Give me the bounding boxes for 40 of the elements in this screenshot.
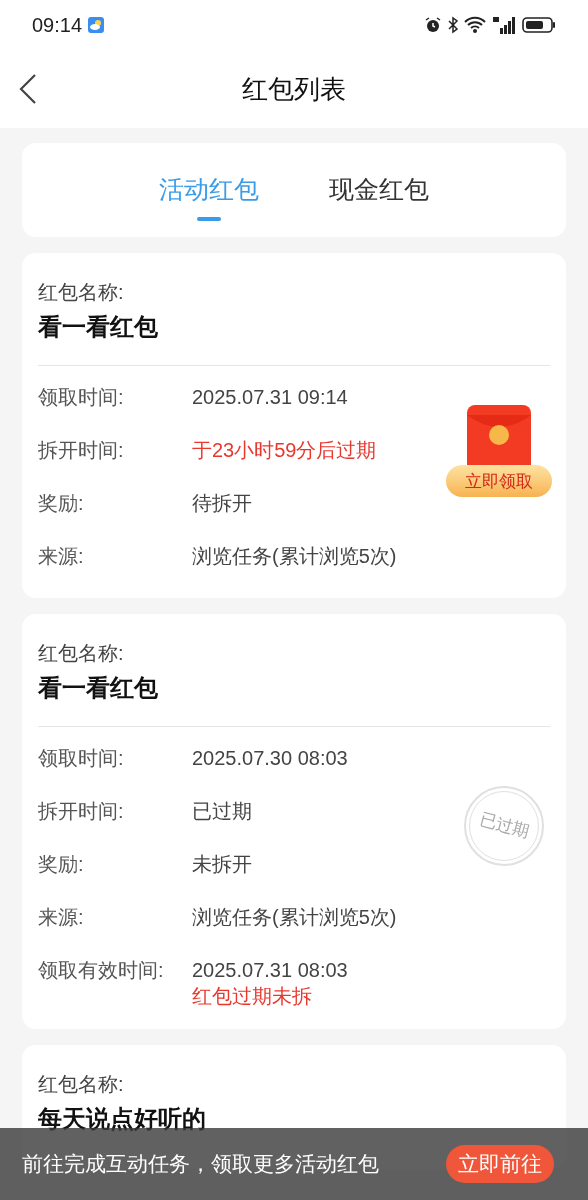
field-value: 于23小时59分后过期 [192, 438, 377, 463]
packet-name: 每天说点好听的 [38, 1104, 207, 1134]
name-label: 红包名称: [38, 1072, 125, 1097]
field-label: 来源: [38, 544, 85, 569]
field-label: 奖励: [38, 491, 85, 516]
field-value: 浏览任务(累计浏览5次) [192, 544, 397, 569]
field-value: 浏览任务(累计浏览5次) [192, 905, 397, 930]
page-title: 红包列表 [242, 72, 346, 106]
field-value: 待拆开 [192, 491, 252, 516]
field-label: 奖励: [38, 852, 85, 877]
battery-icon [522, 16, 556, 34]
weather-icon [88, 17, 105, 33]
field-value: 2025.07.30 08:03 [192, 746, 348, 771]
name-label: 红包名称: [38, 641, 125, 666]
tab[interactable]: 活动红包 [159, 143, 259, 237]
packet-name: 看一看红包 [38, 673, 159, 703]
packet-name: 看一看红包 [38, 312, 159, 342]
go-button[interactable]: 立即前往 [446, 1145, 554, 1183]
status-time: 09:14 [32, 13, 83, 38]
field-value: 2025.07.31 08:03 [192, 958, 348, 983]
field-label: 领取时间: [38, 385, 125, 410]
field-label: 领取时间: [38, 746, 125, 771]
wifi-icon [464, 16, 486, 34]
bluetooth-icon [448, 16, 458, 34]
field-value: 未拆开 [192, 852, 252, 877]
claim-button[interactable]: 立即领取 [446, 465, 552, 497]
back-icon[interactable] [18, 73, 38, 105]
signal-icon [492, 16, 516, 34]
field-value: 已过期 [192, 799, 252, 824]
field-value: 2025.07.31 09:14 [192, 385, 348, 410]
field-label: 领取有效时间: [38, 958, 165, 983]
field-value: 红包过期未拆 [192, 984, 313, 1009]
field-label: 拆开时间: [38, 438, 125, 463]
stamp-text: 已过期 [476, 809, 532, 844]
banner-message: 前往完成互动任务，领取更多活动红包 [22, 1151, 379, 1178]
name-label: 红包名称: [38, 280, 125, 305]
alarm-icon [424, 16, 442, 34]
field-label: 来源: [38, 905, 85, 930]
tab[interactable]: 现金红包 [329, 143, 429, 237]
field-label: 拆开时间: [38, 799, 125, 824]
